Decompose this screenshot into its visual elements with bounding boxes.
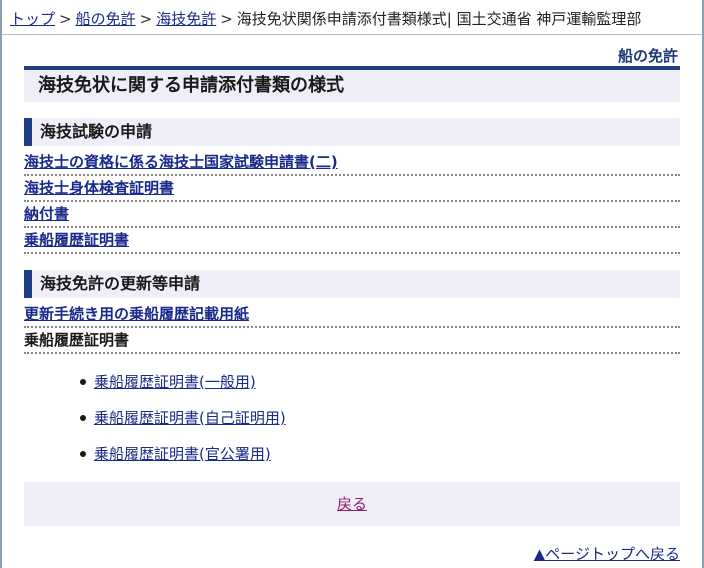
list-item: 乗船履歴証明書(一般用) [80, 372, 286, 408]
divider [2, 34, 702, 35]
link-certificate-government[interactable]: 乗船履歴証明書(官公署用) [94, 444, 271, 464]
list-item: 納付書 [24, 202, 680, 228]
breadcrumb-separator: > [220, 10, 233, 28]
sea-service-certificate-label: 乗船履歴証明書 [24, 331, 130, 349]
breadcrumb: トップ > 船の免許 > 海技免許 > 海技免状関係申請添付書類様式| 国土交通省 神戸運輸… [10, 9, 690, 29]
link-exam-application-form[interactable]: 海技士の資格に係る海技士国家試験申請書(二) [24, 153, 338, 171]
bullet-icon [80, 379, 86, 385]
list-item: 乗船履歴証明書 [24, 228, 680, 254]
page-title: 海技免状に関する申請添付書類の様式 [38, 75, 344, 96]
breadcrumb-link-ship-license[interactable]: 船の免許 [76, 10, 136, 28]
link-payment-slip[interactable]: 納付書 [24, 205, 69, 223]
link-sea-service-certificate[interactable]: 乗船履歴証明書 [24, 231, 129, 249]
list-item: 海技士身体検査証明書 [24, 176, 680, 202]
list-item: 乗船履歴証明書 [24, 328, 680, 354]
list-item: 海技士の資格に係る海技士国家試験申請書(二) [24, 150, 680, 176]
breadcrumb-separator: > [139, 10, 153, 28]
breadcrumb-link-top[interactable]: トップ [10, 10, 55, 28]
section-heading-label: 海技試験の申請 [40, 122, 153, 141]
back-link[interactable]: 戻る [337, 495, 367, 513]
back-box: 戻る [24, 482, 680, 526]
section-heading-label: 海技免許の更新等申請 [40, 274, 201, 293]
bullet-icon [80, 451, 86, 457]
link-certificate-self[interactable]: 乗船履歴証明書(自己証明用) [94, 408, 286, 428]
breadcrumb-separator: > [59, 10, 72, 28]
page-top-container: ▲ページトップへ戻る [534, 544, 680, 564]
bullet-icon [80, 415, 86, 421]
link-physical-exam-certificate[interactable]: 海技士身体検査証明書 [24, 179, 174, 197]
link-certificate-general[interactable]: 乗船履歴証明書(一般用) [94, 372, 256, 392]
section-heading-exam: 海技試験の申請 [24, 118, 680, 146]
section-label: 船の免許 [617, 47, 678, 65]
list-item: 乗船履歴証明書(官公署用) [80, 444, 286, 480]
breadcrumb-current: 海技免状関係申請添付書類様式| 国土交通省 神戸運輸監理部 [236, 10, 642, 28]
breadcrumb-link-marine-license[interactable]: 海技免許 [156, 10, 216, 28]
sub-link-list: 乗船履歴証明書(一般用) 乗船履歴証明書(自己証明用) 乗船履歴証明書(官公署用… [80, 372, 286, 480]
page-top-link[interactable]: ▲ページトップへ戻る [534, 545, 680, 563]
page-title-bar: 海技免状に関する申請添付書類の様式 [24, 66, 680, 102]
list-item: 乗船履歴証明書(自己証明用) [80, 408, 286, 444]
link-renewal-sea-service-form[interactable]: 更新手続き用の乗船履歴記載用紙 [24, 305, 249, 323]
list-item: 更新手続き用の乗船履歴記載用紙 [24, 302, 680, 328]
section-heading-renewal: 海技免許の更新等申請 [24, 270, 680, 298]
